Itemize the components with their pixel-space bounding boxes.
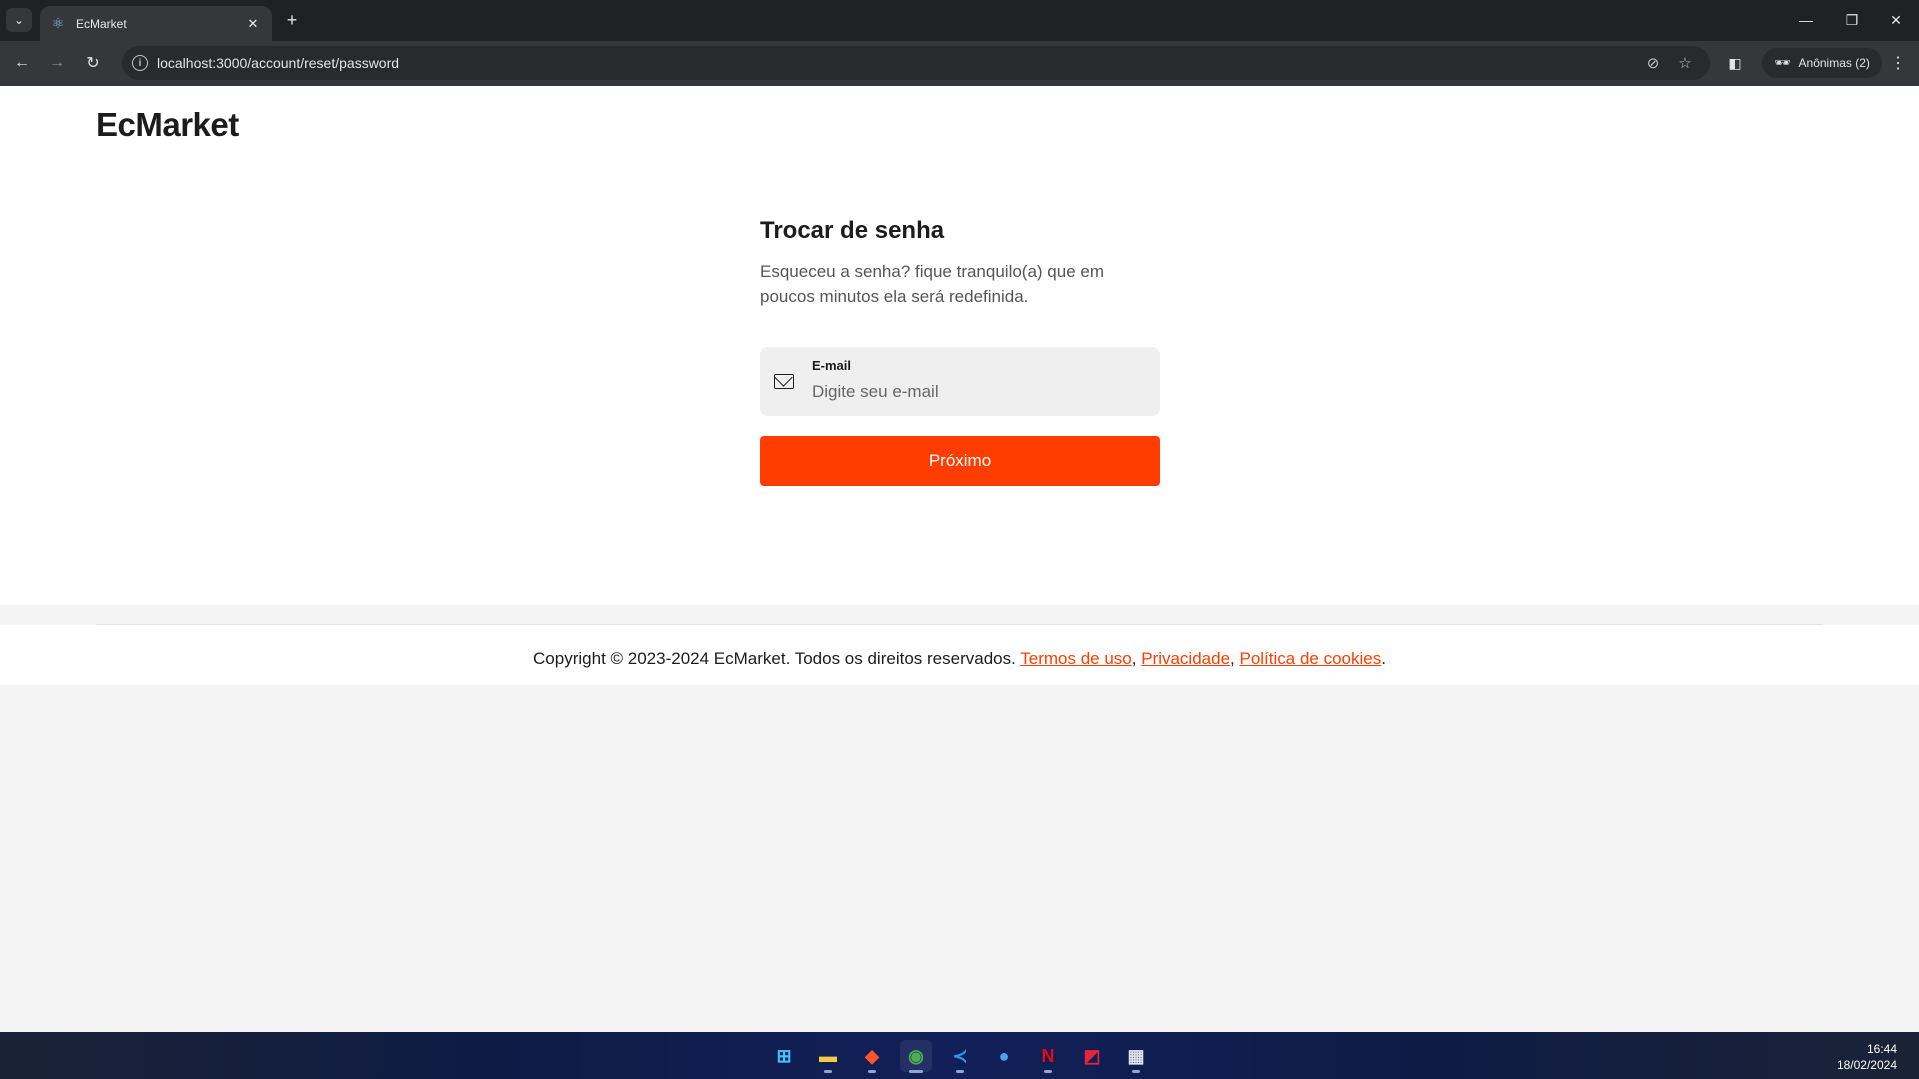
docker-icon[interactable]: ●: [988, 1040, 1020, 1072]
file-explorer-icon[interactable]: ▬: [812, 1040, 844, 1073]
privacy-link[interactable]: Privacidade: [1141, 649, 1230, 668]
bookmark-star-icon[interactable]: ☆: [1676, 54, 1694, 72]
windows-start-icon[interactable]: ⊞: [768, 1040, 800, 1072]
system-clock[interactable]: 16:44 18/02/2024: [1837, 1041, 1897, 1073]
incognito-button[interactable]: 🕶 Anônimas (2): [1762, 48, 1882, 78]
reload-icon[interactable]: ↻: [81, 51, 105, 75]
clock-date: 18/02/2024: [1836, 1058, 1897, 1072]
email-input[interactable]: [812, 380, 1142, 404]
email-field[interactable]: E-mail: [760, 347, 1160, 416]
next-button[interactable]: Próximo: [760, 436, 1160, 486]
tab-search-chevron-icon[interactable]: ⌄: [6, 8, 32, 32]
amd-software-icon[interactable]: ◩: [1076, 1040, 1108, 1072]
vscode-icon[interactable]: ≺: [944, 1040, 976, 1073]
site-logo[interactable]: EcMarket: [96, 106, 239, 144]
netflix-icon[interactable]: N: [1032, 1040, 1064, 1073]
react-favicon-icon: ⚛: [51, 15, 65, 31]
terms-link[interactable]: Termos de uso: [1020, 649, 1132, 668]
browser-tab[interactable]: ⚛ EcMarket ✕: [40, 6, 272, 41]
close-window-icon[interactable]: ✕: [1873, 8, 1919, 32]
cookies-link[interactable]: Política de cookies: [1239, 649, 1381, 668]
address-bar[interactable]: i localhost:3000/account/reset/password …: [122, 46, 1710, 80]
snipping-tool-icon[interactable]: ▦: [1120, 1040, 1152, 1073]
tab-close-icon[interactable]: ✕: [244, 16, 262, 32]
url-text[interactable]: localhost:3000/account/reset/password: [157, 55, 399, 71]
windows-taskbar: ⊞ ▬ ◆ ◉ ≺ ● N ◩ ▦ 16:44 18/02/2024: [0, 1032, 1919, 1079]
site-header: EcMarket: [0, 86, 1919, 165]
restore-icon[interactable]: ❐: [1829, 8, 1875, 32]
side-panel-icon[interactable]: ◧: [1726, 54, 1744, 72]
page-title: Trocar de senha: [760, 217, 945, 244]
browser-menu-icon[interactable]: ⋮: [1888, 52, 1908, 74]
reset-password-form: Trocar de senha Esqueceu a senha? fique …: [760, 217, 1160, 486]
forward-icon[interactable]: →: [45, 51, 69, 75]
form-description: Esqueceu a senha? fique tranquilo(a) que…: [760, 262, 1105, 306]
reset-password-section: Trocar de senha Esqueceu a senha? fique …: [0, 165, 1919, 685]
clock-time: 16:44: [1866, 1042, 1897, 1056]
site-info-icon[interactable]: i: [132, 55, 148, 71]
chrome-icon[interactable]: ◉: [900, 1040, 932, 1073]
tab-title: EcMarket: [76, 16, 127, 31]
brave-browser-icon[interactable]: ◆: [856, 1040, 888, 1073]
footer: Copyright © 2023-2024 EcMarket. Todos os…: [0, 625, 1919, 685]
copyright-text: Copyright © 2023-2024 EcMarket. Todos os…: [533, 649, 1016, 668]
incognito-label: Anônimas (2): [1798, 56, 1870, 70]
browser-toolbar: ← → ↻ i localhost:3000/account/reset/pas…: [0, 41, 1919, 86]
incognito-icon: 🕶: [1774, 55, 1791, 70]
envelope-icon: [774, 374, 794, 389]
new-tab-icon[interactable]: +: [282, 10, 302, 30]
minimize-icon[interactable]: —: [1783, 8, 1829, 32]
email-label: E-mail: [812, 358, 852, 373]
page-viewport: EcMarket Trocar de senha Esqueceu a senh…: [0, 86, 1919, 1032]
footer-copyright: Copyright © 2023-2024 EcMarket. Todos os…: [533, 649, 1386, 668]
browser-tab-strip: ⌄ ⚛ EcMarket ✕ + — ❐ ✕: [0, 0, 1919, 41]
back-icon[interactable]: ←: [10, 51, 34, 75]
eye-off-icon[interactable]: ⊘: [1644, 54, 1662, 72]
